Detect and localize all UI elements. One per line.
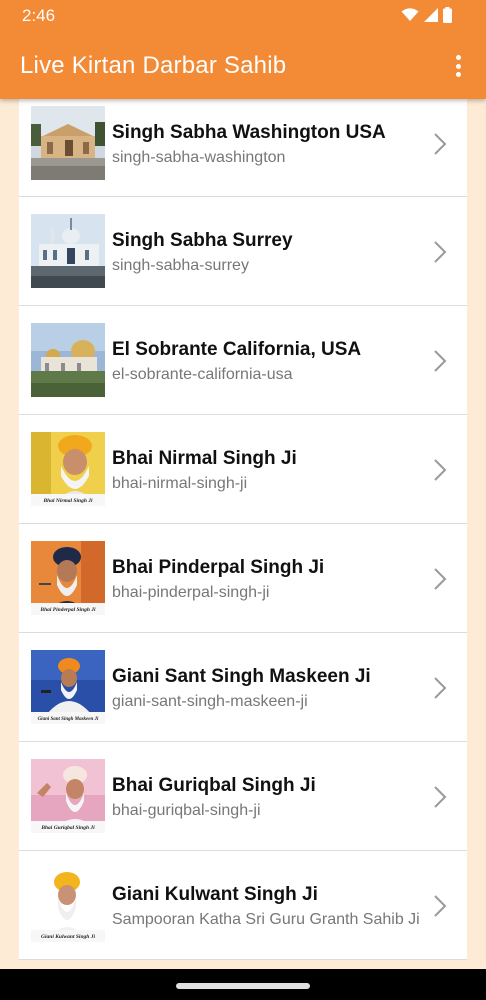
thumbnail-caption: Giani Sant Singh Maskeen Ji xyxy=(38,717,99,722)
status-icons xyxy=(401,7,452,23)
chevron-right-icon xyxy=(434,350,447,372)
item-subtitle: bhai-pinderpal-singh-ji xyxy=(112,584,270,601)
app-bar: 2:46 Live Kirtan Darbar Sahib xyxy=(0,0,486,99)
battery-icon xyxy=(443,7,452,23)
chevron-right-icon xyxy=(434,459,447,481)
list-item[interactable]: Bhai Nirmal Singh Ji Bhai Nirmal Singh J… xyxy=(19,415,467,524)
list-item[interactable]: Bhai Guriqbal Singh Ji Bhai Guriqbal Sin… xyxy=(19,742,467,851)
list-item[interactable]: Singh Sabha Surrey singh-sabha-surrey xyxy=(19,197,467,306)
item-title: El Sobrante California, USA xyxy=(112,339,362,360)
chevron-right-icon xyxy=(434,677,447,699)
item-subtitle: el-sobrante-california-usa xyxy=(112,366,293,383)
item-title: Giani Sant Singh Maskeen Ji xyxy=(112,666,371,687)
wifi-icon xyxy=(401,8,419,21)
list-item[interactable]: El Sobrante California, USA el-sobrante-… xyxy=(19,306,467,415)
list-item[interactable]: Singh Sabha Washington USA singh-sabha-w… xyxy=(19,89,467,197)
thumbnail-caption: Bhai Pinderpal Singh Ji xyxy=(39,607,96,613)
item-subtitle: bhai-guriqbal-singh-ji xyxy=(112,802,261,819)
item-title: Giani Kulwant Singh Ji xyxy=(112,884,318,905)
item-subtitle: bhai-nirmal-singh-ji xyxy=(112,475,248,492)
item-title: Singh Sabha Washington USA xyxy=(112,122,386,143)
item-subtitle: singh-sabha-washington xyxy=(112,149,286,166)
bhai-nirmal-singh-portrait: Bhai Nirmal Singh Ji xyxy=(31,432,105,506)
chevron-right-icon xyxy=(434,133,447,155)
list-item[interactable]: Bhai Pinderpal Singh Ji Bhai Pinderpal S… xyxy=(19,524,467,633)
gurdwara-el-sobrante-thumbnail xyxy=(31,323,105,397)
channel-list: Singh Sabha Washington USA singh-sabha-w… xyxy=(19,89,467,960)
navigation-bar xyxy=(0,969,486,1000)
list-item[interactable]: Giani Sant Singh Maskeen Ji Giani Sant S… xyxy=(19,633,467,742)
gurdwara-surrey-thumbnail xyxy=(31,214,105,288)
bhai-guriqbal-singh-portrait: Bhai Guriqbal Singh Ji xyxy=(31,759,105,833)
chevron-right-icon xyxy=(434,241,447,263)
bhai-pinderpal-singh-portrait: Bhai Pinderpal Singh Ji xyxy=(31,541,105,615)
thumbnail-caption: Bhai Guriqbal Singh Ji xyxy=(40,825,95,831)
list-item[interactable]: Giani Kulwant Singh Ji Giani Kulwant Sin… xyxy=(19,851,467,960)
item-subtitle: giani-sant-singh-maskeen-ji xyxy=(112,693,308,710)
item-title: Bhai Nirmal Singh Ji xyxy=(112,448,297,469)
item-title: Bhai Guriqbal Singh Ji xyxy=(112,775,316,796)
giani-kulwant-singh-portrait: Giani Kulwant Singh Ji xyxy=(31,868,105,942)
chevron-right-icon xyxy=(434,568,447,590)
app-title: Live Kirtan Darbar Sahib xyxy=(20,52,287,79)
status-bar: 2:46 xyxy=(0,0,486,32)
item-subtitle: singh-sabha-surrey xyxy=(112,257,249,274)
gurdwara-washington-thumbnail xyxy=(31,106,105,180)
home-gesture-handle[interactable] xyxy=(176,983,310,989)
thumbnail-caption: Bhai Nirmal Singh Ji xyxy=(42,498,93,504)
status-time: 2:46 xyxy=(22,6,56,25)
more-vert-icon[interactable] xyxy=(450,54,466,78)
chevron-right-icon xyxy=(434,895,447,917)
thumbnail-caption: Giani Kulwant Singh Ji xyxy=(41,934,95,940)
chevron-right-icon xyxy=(434,786,447,808)
item-title: Singh Sabha Surrey xyxy=(112,230,293,251)
cellular-signal-icon xyxy=(424,8,438,22)
item-title: Bhai Pinderpal Singh Ji xyxy=(112,557,325,578)
item-subtitle: Sampooran Katha Sri Guru Granth Sahib Ji xyxy=(112,911,420,928)
giani-sant-singh-maskeen-portrait: Giani Sant Singh Maskeen Ji xyxy=(31,650,105,724)
